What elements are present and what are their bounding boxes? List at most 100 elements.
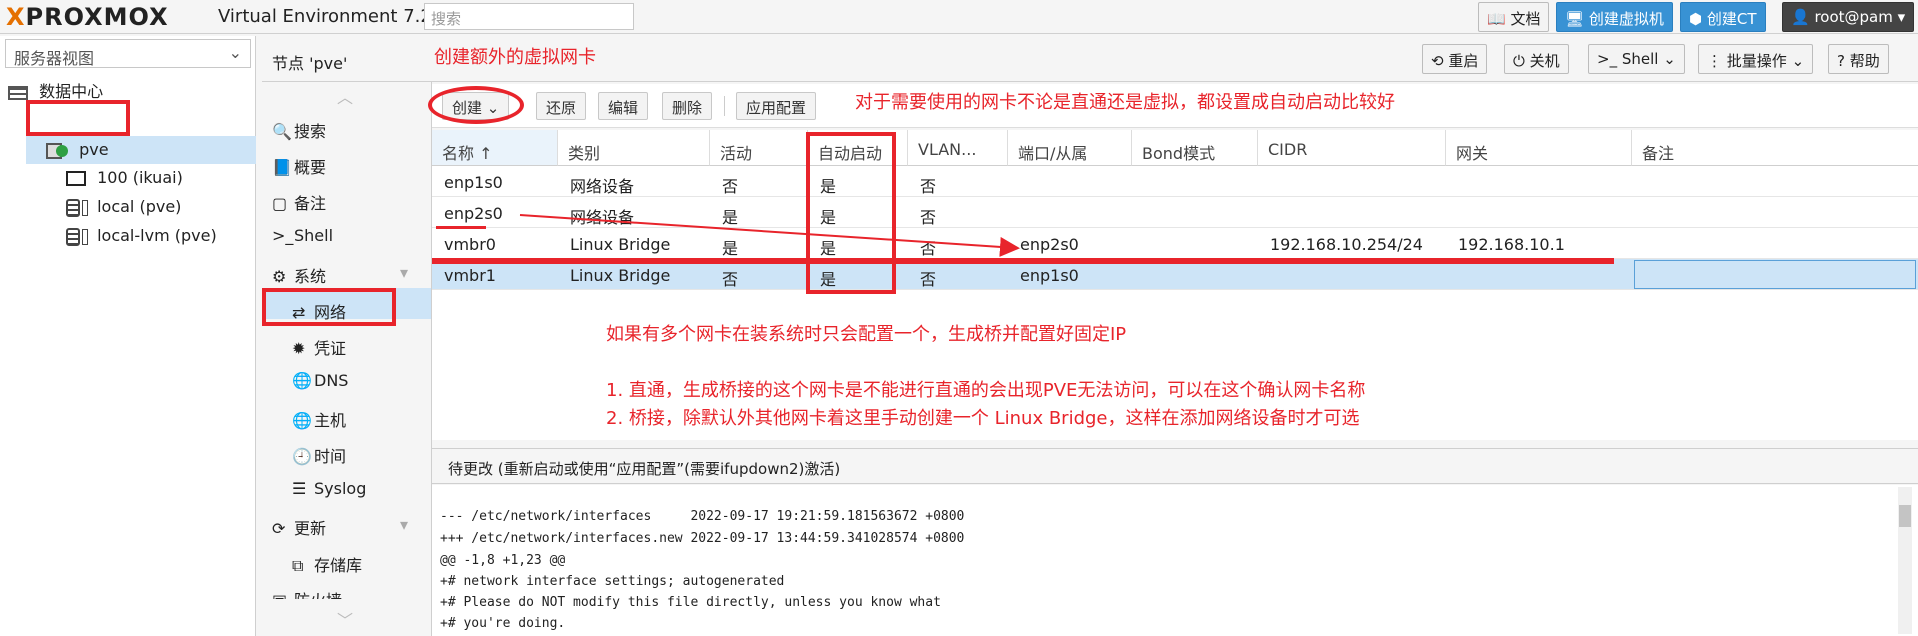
menu-item-certificates[interactable]: ✹ 凭证 [292,335,346,359]
tree-storage-label: local-lvm (pve) [97,226,217,245]
apply-config-button[interactable]: 应用配置 [736,92,817,120]
monitor-icon: 🖥 [1565,10,1589,28]
scrollbar-thumb[interactable] [1899,505,1911,527]
table-row[interactable]: vmbr0 Linux Bridge 是 是 否 enp2s0 192.168.… [432,228,1918,259]
proxmox-logo: XPROXMOX [6,3,169,31]
book-icon: 📘 [272,158,292,177]
chevron-down-icon: ⌄ [228,43,242,62]
scroll-up-icon[interactable]: ︿ [337,84,353,108]
note-icon: ▢ [272,194,288,213]
annotation-create-extra: 创建额外的虚拟网卡 [434,47,596,68]
tree-vm-100[interactable]: 100 (ikuai) [66,168,183,187]
tree-node-pve-content[interactable]: pve [46,140,109,159]
column-name[interactable]: 名称 ↑ [432,130,558,166]
search-input[interactable]: 搜索 [424,3,634,30]
cell-vlan: 否 [920,177,937,196]
cube-icon: ⬢ [1689,10,1707,28]
shutdown-button[interactable]: ⏻ 关机 [1504,44,1569,74]
annotation-box-pve [26,100,130,136]
cogs-icon: ⚙ [272,267,287,286]
menu-label: 时间 [314,447,347,466]
apply-config-label: 应用配置 [746,99,807,117]
menu-item-dns[interactable]: 🌐 DNS [292,371,348,390]
menu-item-notes[interactable]: ▢ 备注 [272,190,326,214]
table-row[interactable]: enp1s0 网络设备 否 是 否 [432,166,1918,197]
menu-item-syslog[interactable]: ☰ Syslog [292,479,366,498]
list-icon: ☰ [292,479,307,498]
menu-item-updates[interactable]: ⟳ 更新 ▾ [272,515,408,539]
certificate-icon: ✹ [292,339,306,358]
create-ct-label: 创建CT [1706,10,1757,28]
view-select[interactable]: 服务器视图 ⌄ [5,39,251,68]
refresh-icon: ⟳ [272,519,286,538]
delete-label: 删除 [672,99,703,117]
menu-label: 系统 [294,267,327,286]
tree-storage-local[interactable]: local (pve) [66,197,181,217]
cell-active: 否 [722,270,739,289]
reboot-button[interactable]: ⟲ 重启 [1422,44,1488,74]
column-ports[interactable]: 端口/从属 [1008,130,1132,166]
collapse-icon[interactable]: ▾ [400,263,408,282]
cell-ports: enp1s0 [1020,266,1079,285]
column-active[interactable]: 活动 [710,130,808,166]
scrollbar[interactable] [1898,487,1912,634]
menu-label: 更新 [294,519,327,538]
annotation-box-network [262,288,396,326]
menu-label: Shell [294,226,334,245]
menu-item-shell[interactable]: >_Shell [272,226,333,245]
comment-cell-focus[interactable] [1634,260,1916,289]
cell-name: enp2s0 [444,204,503,223]
user-icon: 👤 [1791,8,1815,26]
column-type[interactable]: 类别 [558,130,710,166]
column-vlan[interactable]: VLAN... [908,130,1008,166]
annotation-multi-nic: 如果有多个网卡在装系统时只会配置一个，生成桥并配置好固定IP [606,324,1127,345]
delete-button[interactable]: 删除 [662,92,713,120]
tree-datacenter[interactable]: 数据中心 [8,78,103,102]
user-menu-button[interactable]: 👤 root@pam ▾ [1782,2,1914,32]
cell-type: Linux Bridge [570,235,671,254]
cell-name: vmbr1 [444,266,496,285]
edit-button[interactable]: 编辑 [598,92,649,120]
help-button[interactable]: ? 帮助 [1828,44,1889,74]
create-vm-button[interactable]: 🖥 创建虚拟机 [1556,2,1673,32]
menu-item-time[interactable]: 🕘 时间 [292,443,346,467]
search-icon: 🔍 [272,122,292,141]
help-label: 帮助 [1849,52,1880,70]
bulk-actions-button[interactable]: ⋮ 批量操作 ⌄ [1698,44,1814,74]
menu-item-system[interactable]: ⚙ 系统 ▾ [272,263,408,287]
menu-label: 存储库 [314,556,363,575]
column-bond[interactable]: Bond模式 [1132,130,1258,166]
column-comment[interactable]: 备注 [1632,130,1918,166]
scroll-down-icon[interactable]: ﹀ [337,607,353,631]
cell-vlan: 否 [920,208,937,227]
table-row[interactable]: enp2s0 网络设备 是 是 否 [432,197,1918,228]
book-icon: 📖 [1487,10,1511,28]
cell-name: enp1s0 [444,173,503,192]
shell-button[interactable]: >_ Shell ⌄ [1588,44,1685,74]
column-gateway[interactable]: 网关 [1446,130,1632,166]
cell-name: vmbr0 [444,235,496,254]
tree-storage-local-lvm[interactable]: local-lvm (pve) [66,226,217,246]
menu-item-repositories[interactable]: ⧉ 存储库 [292,552,362,576]
revert-button[interactable]: 还原 [536,92,587,120]
menu-item-firewall[interactable]: ▣防火墙 [272,587,342,599]
logo-x: X [6,3,26,31]
menu-item-hosts[interactable]: 🌐 主机 [292,407,346,431]
create-ct-button[interactable]: ⬢ 创建CT [1680,2,1766,32]
menu-item-summary[interactable]: 📘 概要 [272,154,326,178]
disk-icon [82,199,88,216]
cell-ports: enp2s0 [1020,235,1079,254]
docs-button[interactable]: 📖 文档 [1478,2,1550,32]
collapse-icon[interactable]: ▾ [400,515,408,534]
user-label: root@pam [1814,8,1893,26]
menu-label: Syslog [314,479,367,498]
help-icon: ? [1837,52,1850,70]
menu-label: 搜索 [294,122,327,141]
bulk-actions-label: 批量操作 [1726,52,1787,70]
disk-icon [82,228,88,245]
menu-item-search[interactable]: 🔍 搜索 [272,118,326,142]
menu-label: 凭证 [314,339,347,358]
column-cidr[interactable]: CIDR [1258,130,1446,166]
shield-icon: ▣ [272,591,294,599]
clock-icon: 🕘 [292,447,312,466]
